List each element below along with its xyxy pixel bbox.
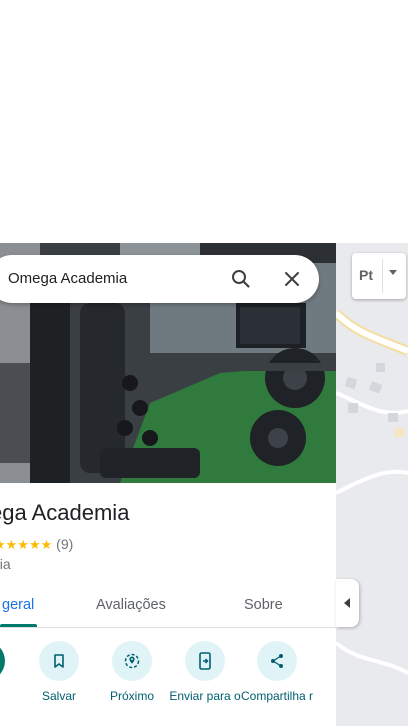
- search-icon[interactable]: [229, 267, 253, 291]
- review-count[interactable]: (9): [56, 536, 73, 552]
- send-to-phone-button[interactable]: Enviar para o: [168, 641, 242, 703]
- tab-overview[interactable]: geral: [2, 597, 34, 613]
- save-label: Salvar: [41, 689, 76, 703]
- nearby-icon: [112, 641, 152, 681]
- layers-label: Pt: [359, 267, 373, 283]
- directions-button[interactable]: s: [0, 641, 22, 703]
- share-icon: [257, 641, 297, 681]
- directions-icon: [0, 641, 5, 681]
- send-to-phone-label: Enviar para o: [169, 689, 241, 703]
- collapse-panel-button[interactable]: [336, 579, 359, 627]
- active-tab-indicator: [0, 624, 37, 627]
- nearby-label: Próximo: [109, 689, 154, 703]
- send-to-phone-icon: [185, 641, 225, 681]
- bookmark-icon: [39, 641, 79, 681]
- caret-down-icon[interactable]: [389, 270, 397, 275]
- search-input[interactable]: Omega Academia: [8, 270, 127, 287]
- place-category: nia: [0, 556, 11, 572]
- rating-stars: ★★★★★: [0, 537, 53, 552]
- share-button[interactable]: Compartilha r: [240, 641, 314, 703]
- place-panel: ega Academia ★★★★★ (9) nia geral Avaliaç…: [0, 243, 336, 726]
- chevron-left-icon: [344, 598, 350, 608]
- map-roads: [336, 243, 408, 726]
- place-tabs: geral Avaliações Sobre: [0, 583, 336, 628]
- directions-label: s: [0, 689, 22, 703]
- search-box[interactable]: Omega Academia: [0, 255, 319, 303]
- layers-divider: [382, 259, 383, 293]
- map-layers-button[interactable]: Pt: [352, 253, 406, 299]
- tab-reviews[interactable]: Avaliações: [96, 597, 166, 613]
- rating-row[interactable]: ★★★★★ (9): [0, 536, 73, 553]
- tab-about[interactable]: Sobre: [244, 597, 283, 613]
- place-title: ega Academia: [0, 500, 130, 525]
- nearby-button[interactable]: Próximo: [95, 641, 169, 703]
- share-label: Compartilha r: [240, 689, 314, 703]
- save-button[interactable]: Salvar: [22, 641, 96, 703]
- action-buttons: s Salvar Próximo Enviar para o Compartil…: [0, 641, 336, 726]
- close-icon[interactable]: [280, 267, 304, 291]
- map-view[interactable]: [336, 243, 408, 726]
